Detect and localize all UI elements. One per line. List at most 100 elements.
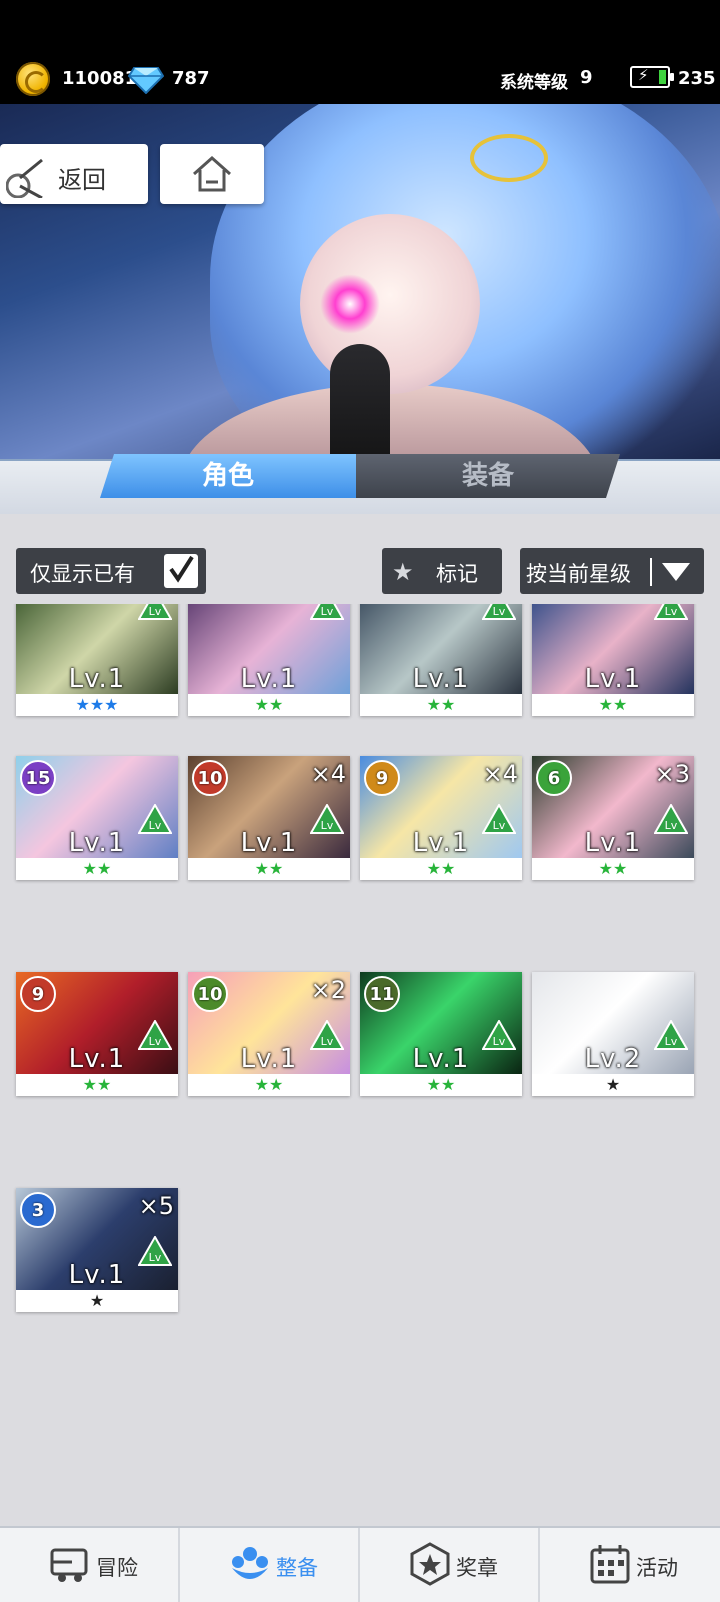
rank-badge: 6 bbox=[536, 760, 572, 796]
level-up-icon: Lv bbox=[138, 604, 172, 620]
character-card[interactable]: Lv Lv.1 ★★ bbox=[188, 604, 350, 716]
diamond-icon bbox=[128, 67, 164, 94]
sort-divider bbox=[650, 558, 652, 586]
card-stars: ★★ bbox=[598, 695, 628, 714]
duplicate-count: ×3 bbox=[654, 760, 690, 788]
chevron-down-icon bbox=[662, 563, 690, 581]
nav-medal-label: 奖章 bbox=[456, 1556, 498, 1580]
rank-badge: 10 bbox=[192, 760, 228, 796]
card-level: Lv.1 bbox=[68, 1044, 126, 1074]
character-card[interactable]: Lv Lv.2 ★ bbox=[532, 972, 694, 1096]
mark-button[interactable]: ★ 标记 bbox=[382, 548, 502, 594]
owned-only-checkbox[interactable] bbox=[164, 554, 198, 588]
character-card[interactable]: 9 Lv Lv.1 ★★ bbox=[16, 972, 178, 1096]
back-arrow-icon bbox=[6, 158, 43, 198]
coin-icon bbox=[16, 62, 50, 96]
bottom-navigation: 冒险 整备 奖章 活动 bbox=[0, 1526, 720, 1602]
svg-text:Lv: Lv bbox=[665, 605, 678, 618]
character-card[interactable]: 11 Lv Lv.1 ★★ bbox=[360, 972, 522, 1096]
card-stars: ★★ bbox=[82, 1075, 112, 1094]
character-card[interactable]: 3 ×5 Lv Lv.1 ★ bbox=[16, 1188, 178, 1312]
card-level: Lv.1 bbox=[412, 828, 470, 858]
nav-events[interactable]: 活动 bbox=[538, 1528, 718, 1602]
tab-equipment[interactable]: 装备 bbox=[356, 454, 620, 498]
rank-badge: 9 bbox=[20, 976, 56, 1012]
card-stars: ★★ bbox=[426, 695, 456, 714]
card-stars: ★★ bbox=[254, 859, 284, 878]
medal-icon bbox=[410, 1542, 450, 1586]
energy-count: 235 bbox=[678, 68, 716, 89]
tab-role[interactable]: 角色 bbox=[100, 454, 356, 498]
card-stars: ★★ bbox=[254, 1075, 284, 1094]
card-level: Lv.1 bbox=[412, 664, 470, 694]
nav-formation-label: 整备 bbox=[276, 1556, 318, 1580]
truck-icon bbox=[50, 1548, 88, 1582]
duplicate-count: ×2 bbox=[310, 976, 346, 1004]
card-level: Lv.1 bbox=[584, 828, 642, 858]
character-card[interactable]: Lv Lv.1 ★★ bbox=[360, 604, 522, 716]
card-stars: ★ bbox=[605, 1075, 621, 1094]
character-grid: Lv Lv.1 ★★★ Lv Lv.1 ★★ Lv Lv.1 ★★ Lv Lv.… bbox=[0, 604, 720, 1524]
card-level: Lv.1 bbox=[68, 828, 126, 858]
system-level-label: 系统等级 bbox=[500, 73, 568, 93]
character-card[interactable]: Lv Lv.1 ★★ bbox=[532, 604, 694, 716]
card-stars: ★★★ bbox=[75, 695, 119, 714]
card-level: Lv.1 bbox=[68, 1260, 126, 1290]
home-icon bbox=[193, 156, 231, 192]
system-level-value: 9 bbox=[580, 67, 593, 88]
rank-badge: 3 bbox=[20, 1192, 56, 1228]
category-tabs: 角色 装备 bbox=[100, 454, 620, 498]
character-card[interactable]: 10 ×4 Lv Lv.1 ★★ bbox=[188, 756, 350, 880]
back-button[interactable]: 返回 bbox=[0, 144, 148, 204]
owned-only-toggle[interactable]: 仅显示已有 bbox=[16, 548, 206, 594]
card-level: Lv.1 bbox=[240, 1044, 298, 1074]
card-level: Lv.1 bbox=[240, 828, 298, 858]
star-icon: ★ bbox=[392, 558, 414, 586]
resource-bar: 110081 787 系统等级 9 ⚡ 235 bbox=[0, 48, 720, 104]
level-up-icon: Lv bbox=[654, 604, 688, 620]
sort-label: 按当前星级 bbox=[526, 562, 631, 586]
card-stars: ★ bbox=[89, 1291, 105, 1310]
coin-count: 110081 bbox=[62, 68, 138, 89]
mark-label: 标记 bbox=[436, 562, 478, 586]
nav-formation[interactable]: 整备 bbox=[178, 1528, 358, 1602]
calendar-icon bbox=[590, 1545, 630, 1584]
card-stars: ★★ bbox=[598, 859, 628, 878]
rank-badge: 15 bbox=[20, 760, 56, 796]
duplicate-count: ×4 bbox=[482, 760, 518, 788]
nav-adventure[interactable]: 冒险 bbox=[0, 1528, 178, 1602]
svg-text:Lv: Lv bbox=[321, 605, 334, 618]
card-level: Lv.1 bbox=[412, 1044, 470, 1074]
duplicate-count: ×4 bbox=[310, 760, 346, 788]
svg-text:Lv: Lv bbox=[149, 605, 162, 618]
character-card[interactable]: 15 Lv Lv.1 ★★ bbox=[16, 756, 178, 880]
checkmark-icon bbox=[169, 555, 194, 583]
svg-text:Lv: Lv bbox=[493, 605, 506, 618]
card-stars: ★★ bbox=[426, 859, 456, 878]
back-label: 返回 bbox=[58, 166, 106, 194]
nav-adventure-label: 冒险 bbox=[96, 1556, 138, 1580]
card-level: Lv.1 bbox=[240, 664, 298, 694]
duplicate-count: ×5 bbox=[138, 1192, 174, 1220]
home-button[interactable] bbox=[160, 144, 264, 204]
energy-icon: ⚡ bbox=[630, 66, 674, 88]
level-up-icon: Lv bbox=[482, 604, 516, 620]
card-level: Lv.1 bbox=[584, 664, 642, 694]
level-up-icon: Lv bbox=[310, 604, 344, 620]
rank-badge: 11 bbox=[364, 976, 400, 1012]
character-card[interactable]: 10 ×2 Lv Lv.1 ★★ bbox=[188, 972, 350, 1096]
formation-icon bbox=[232, 1547, 268, 1579]
character-card[interactable]: Lv Lv.1 ★★★ bbox=[16, 604, 178, 716]
card-stars: ★★ bbox=[254, 695, 284, 714]
rank-badge: 10 bbox=[192, 976, 228, 1012]
rank-badge: 9 bbox=[364, 760, 400, 796]
character-card[interactable]: 9 ×4 Lv Lv.1 ★★ bbox=[360, 756, 522, 880]
card-stars: ★★ bbox=[426, 1075, 456, 1094]
card-level: Lv.2 bbox=[584, 1044, 642, 1074]
sort-dropdown[interactable]: 按当前星级 bbox=[520, 548, 704, 594]
owned-only-label: 仅显示已有 bbox=[30, 562, 135, 586]
diamond-count: 787 bbox=[172, 68, 210, 89]
card-level: Lv.1 bbox=[68, 664, 126, 694]
character-card[interactable]: 6 ×3 Lv Lv.1 ★★ bbox=[532, 756, 694, 880]
nav-medal[interactable]: 奖章 bbox=[358, 1528, 538, 1602]
